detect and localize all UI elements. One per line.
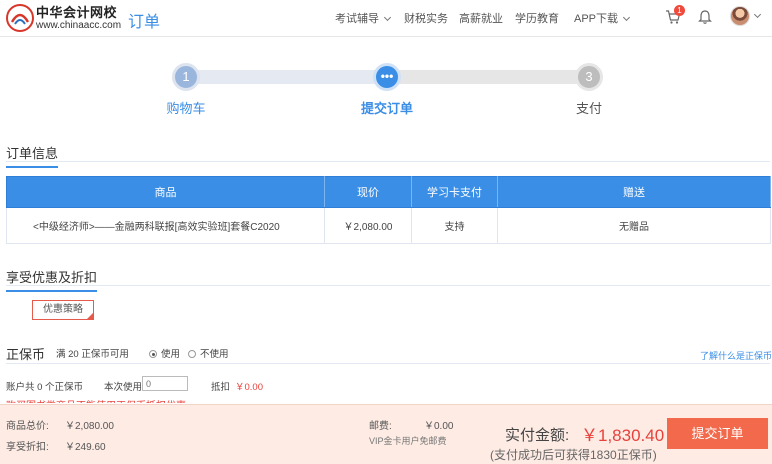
nav-item-exam[interactable]: 考试辅导: [335, 10, 392, 26]
top-header: 中华会计网校 www.chinaacc.com 订单 考试辅导 财税实务 高薪就…: [0, 0, 772, 37]
zhengbaobi-warning: 购买图书类商品不能使用正保币抵扣优惠: [6, 397, 186, 403]
nav-item-degree[interactable]: 学历教育: [515, 10, 559, 26]
chevron-down-icon: [622, 13, 631, 22]
chevron-down-icon[interactable]: [753, 10, 762, 19]
promo-strategy-button[interactable]: 优惠策略: [32, 300, 94, 320]
section-divider: [6, 161, 770, 162]
step-circle-submit: •••: [373, 63, 401, 91]
submit-order-button[interactable]: 提交订单: [667, 418, 768, 449]
discount-value: ￥249.60: [65, 442, 106, 453]
step-track-pending: [392, 70, 588, 84]
nav-label: 高薪就业: [459, 13, 503, 25]
discount-title: 享受优惠及折扣: [6, 267, 98, 292]
nav-label: 考试辅导: [335, 13, 379, 25]
paid-amount-label: 实付金额:: [505, 427, 570, 444]
chevron-down-icon: [383, 13, 392, 22]
deduct-value: ￥0.00: [235, 382, 263, 393]
section-divider: [6, 285, 770, 286]
step-label-cart: 购物车: [166, 101, 206, 116]
table-row: <中级经济师>——金融两科联报[高效实验班]套餐C2020 ￥2,080.00 …: [6, 207, 771, 244]
gift-cell: 无赠品: [497, 207, 771, 244]
nav-label: 学历教育: [515, 13, 559, 25]
logo-text[interactable]: 中华会计网校 www.chinaacc.com: [36, 6, 121, 32]
radio-use[interactable]: 使用: [149, 346, 180, 360]
nav-item-jobs[interactable]: 高薪就业: [459, 10, 503, 26]
reward-note: (支付成功后可获得1830正保币): [490, 448, 657, 462]
radio-no-use[interactable]: 不使用: [188, 346, 229, 360]
goods-total-value: ￥2,080.00: [65, 421, 114, 432]
chinaacc-logo-icon[interactable]: [6, 4, 34, 32]
deduct-label: 抵扣: [211, 382, 231, 393]
section-divider: [6, 363, 770, 364]
logo-cn: 中华会计网校: [36, 5, 118, 20]
step-label-pay: 支付: [575, 101, 602, 116]
page-title: 订单: [128, 14, 161, 31]
postage-value: ￥0.00: [424, 421, 454, 432]
avatar[interactable]: [730, 6, 750, 26]
radio-button[interactable]: [188, 350, 196, 358]
bell-icon[interactable]: [697, 9, 713, 25]
step-circle-cart: 1: [172, 63, 200, 91]
price-cell: ￥2,080.00: [324, 207, 412, 244]
nav-label: 财税实务: [404, 13, 448, 25]
paid-amount-value: ￥1,830.40: [581, 426, 665, 445]
zhengbaobi-balance: 账户共 0 个正保币: [6, 382, 84, 393]
radio-use-label: 使用: [161, 349, 181, 360]
zhengbaobi-title: 正保币: [6, 347, 46, 362]
step-circle-pay: 3: [575, 63, 603, 91]
radio-button[interactable]: [149, 350, 157, 358]
column-header-product: 商品: [6, 176, 325, 208]
product-name-cell: <中级经济师>——金融两科联报[高效实验班]套餐C2020: [6, 207, 325, 244]
zhengbaobi-rule: 满 20 正保币可用: [56, 349, 129, 360]
use-amount-input[interactable]: [142, 376, 188, 391]
use-amount-label: 本次使用:: [104, 382, 145, 393]
goods-total-label: 商品总价:: [6, 421, 49, 432]
column-header-card-pay: 学习卡支付: [411, 176, 498, 208]
logo-en: www.chinaacc.com: [36, 20, 122, 31]
column-header-price: 现价: [324, 176, 412, 208]
nav-item-tax[interactable]: 财税实务: [404, 10, 448, 26]
postage-note: VIP金卡用户免邮费: [369, 436, 447, 446]
card-pay-cell: 支持: [411, 207, 498, 244]
table-header-row: 商品 现价 学习卡支付 赠送: [6, 176, 771, 208]
what-is-zhengbaobi-link[interactable]: 了解什么是正保币: [700, 349, 772, 362]
order-table: 商品 现价 学习卡支付 赠送 <中级经济师>——金融两科联报[高效实验班]套餐C…: [6, 176, 771, 244]
nav-item-app[interactable]: APP下载: [574, 10, 631, 26]
step-label-submit: 提交订单: [360, 101, 413, 116]
step-track-done: [186, 70, 392, 84]
order-info-title: 订单信息: [6, 143, 59, 168]
nav-label: APP下载: [574, 13, 619, 25]
discount-label: 享受折扣:: [6, 442, 49, 453]
postage-label: 邮费:: [369, 421, 392, 432]
cart-badge: 1: [674, 5, 685, 16]
column-header-gift: 赠送: [497, 176, 771, 208]
radio-no-use-label: 不使用: [200, 349, 229, 360]
